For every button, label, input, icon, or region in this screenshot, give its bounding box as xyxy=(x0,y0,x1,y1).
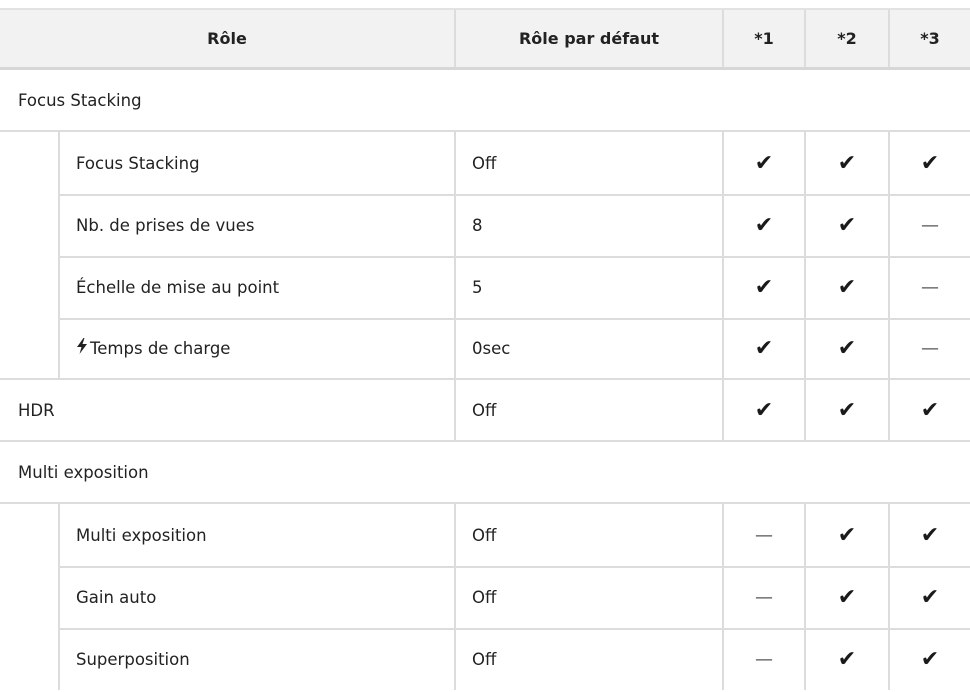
check-icon: ✔ xyxy=(888,566,970,628)
check-icon: ✔ xyxy=(804,628,888,690)
group-label: Focus Stacking xyxy=(18,90,142,110)
group-row-multi-exposition: Multi exposition xyxy=(0,442,970,504)
row-default: 0sec xyxy=(454,318,722,378)
check-icon: ✔ xyxy=(722,318,804,378)
header-default: Rôle par défaut xyxy=(454,10,722,67)
header-col-1: *1 xyxy=(722,10,804,67)
check-icon: ✔ xyxy=(804,256,888,318)
check-icon: ✔ xyxy=(804,132,888,194)
table-row: Superposition Off — ✔ ✔ xyxy=(0,628,970,690)
dash-icon: — xyxy=(722,628,804,690)
table-row: Échelle de mise au point 5 ✔ ✔ — xyxy=(0,256,970,320)
check-icon: ✔ xyxy=(804,566,888,628)
dash-icon: — xyxy=(888,318,970,378)
check-icon: ✔ xyxy=(888,132,970,194)
dash-icon: — xyxy=(722,566,804,628)
table-row: Multi exposition Off — ✔ ✔ xyxy=(0,504,970,568)
row-role: Focus Stacking xyxy=(58,132,454,194)
row-role: Gain auto xyxy=(58,566,454,628)
row-default: Off xyxy=(454,132,722,194)
check-icon: ✔ xyxy=(804,318,888,378)
row-role: Temps de charge xyxy=(58,318,454,378)
row-role-label: Temps de charge xyxy=(90,338,231,358)
table-row: Nb. de prises de vues 8 ✔ ✔ — xyxy=(0,194,970,258)
dash-icon: — xyxy=(722,504,804,566)
check-icon: ✔ xyxy=(888,504,970,566)
table-row: Focus Stacking Off ✔ ✔ ✔ xyxy=(0,132,970,196)
row-default: Off xyxy=(454,380,722,440)
table-row-hdr: HDR Off ✔ ✔ ✔ xyxy=(0,380,970,442)
dash-icon: — xyxy=(888,256,970,318)
group-label: Multi exposition xyxy=(18,462,149,482)
flash-icon xyxy=(76,338,88,358)
header-col-3: *3 xyxy=(888,10,970,67)
table-row: Gain auto Off — ✔ ✔ xyxy=(0,566,970,630)
row-role: Échelle de mise au point xyxy=(58,256,454,318)
check-icon: ✔ xyxy=(722,132,804,194)
dash-icon: — xyxy=(888,194,970,256)
row-default: Off xyxy=(454,504,722,566)
row-role: Nb. de prises de vues xyxy=(58,194,454,256)
check-icon: ✔ xyxy=(804,380,888,440)
row-default: 5 xyxy=(454,256,722,318)
row-default: Off xyxy=(454,566,722,628)
row-role: Superposition xyxy=(58,628,454,690)
header-role: Rôle xyxy=(207,29,247,48)
row-role: HDR xyxy=(18,400,55,420)
row-default: 8 xyxy=(454,194,722,256)
check-icon: ✔ xyxy=(888,380,970,440)
check-icon: ✔ xyxy=(804,504,888,566)
table-row: Temps de charge 0sec ✔ ✔ — xyxy=(0,318,970,380)
row-role: Multi exposition xyxy=(58,504,454,566)
row-default: Off xyxy=(454,628,722,690)
header-col-2: *2 xyxy=(804,10,888,67)
check-icon: ✔ xyxy=(888,628,970,690)
table-header: Rôle Rôle par défaut *1 *2 *3 xyxy=(0,8,970,70)
group-row-focus-stacking: Focus Stacking xyxy=(0,70,970,132)
check-icon: ✔ xyxy=(804,194,888,256)
check-icon: ✔ xyxy=(722,256,804,318)
settings-table: Rôle Rôle par défaut *1 *2 *3 Focus Stac… xyxy=(0,8,970,690)
check-icon: ✔ xyxy=(722,380,804,440)
check-icon: ✔ xyxy=(722,194,804,256)
